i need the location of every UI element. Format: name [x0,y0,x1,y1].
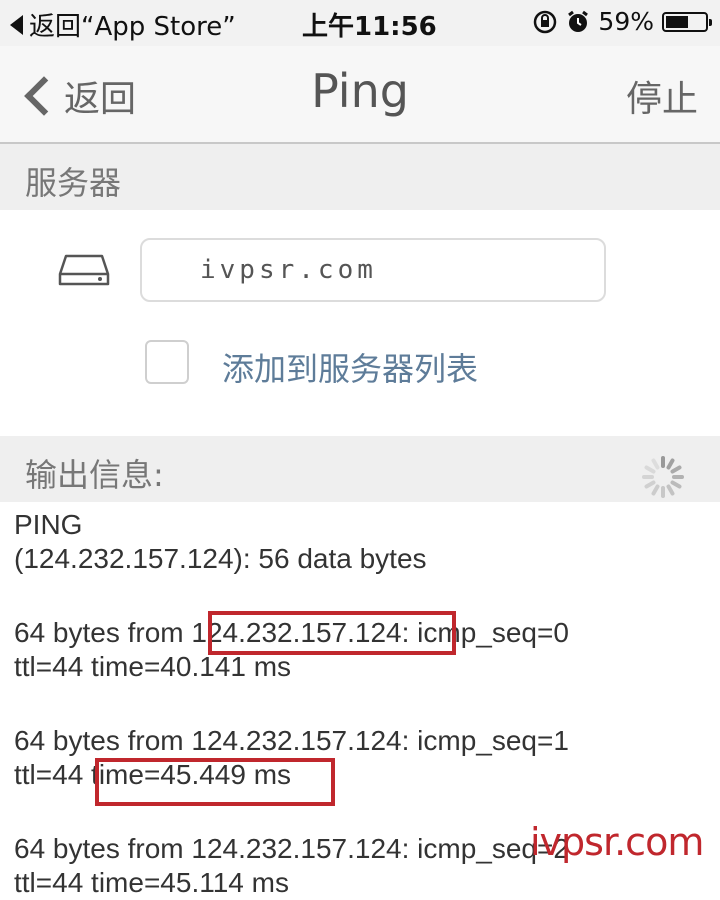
output-blank-line [14,684,714,724]
server-address-input[interactable]: ivpsr.com [140,238,606,302]
page-title: Ping [311,64,409,118]
highlight-box-ip [208,611,456,655]
battery-icon [662,11,712,32]
status-time: 上午11:56 [302,12,437,42]
add-to-list-label[interactable]: 添加到服务器列表 [222,344,478,390]
server-section-header: 服务器 [0,144,720,210]
output-blank-line [14,576,714,616]
back-to-app-label: 返回“App Store” [29,12,236,42]
battery-fill [666,15,688,28]
server-section-title: 服务器 [25,164,122,202]
status-bar: 返回“App Store” 上午11:56 59% [0,0,720,46]
loading-spinner-icon [642,456,684,498]
alarm-icon [568,10,589,32]
lock-rotation-icon [534,10,557,33]
stop-button[interactable]: 停止 [626,70,698,122]
hard-drive-icon [58,254,110,286]
output-line: PING [14,509,83,540]
watermark: ivpsr.com [530,820,704,864]
output-line: (124.232.157.124): 56 data bytes [14,543,427,574]
back-triangle-icon [10,14,23,35]
battery-percent: 59% [598,7,654,36]
navigation-bar: 返回 Ping 停止 [0,46,720,144]
back-to-app-link[interactable]: 返回“App Store” [10,6,236,43]
highlight-box-time [95,758,335,806]
output-section-header: 输出信息: [0,436,720,502]
output-section-title: 输出信息: [25,456,164,494]
add-to-list-checkbox[interactable] [145,340,189,384]
output-line: ttl=44 time=40.141 ms [14,651,292,682]
output-line: 64 bytes from 124.232.157.124: icmp_seq=… [14,725,569,756]
status-right: 59% [532,7,712,36]
